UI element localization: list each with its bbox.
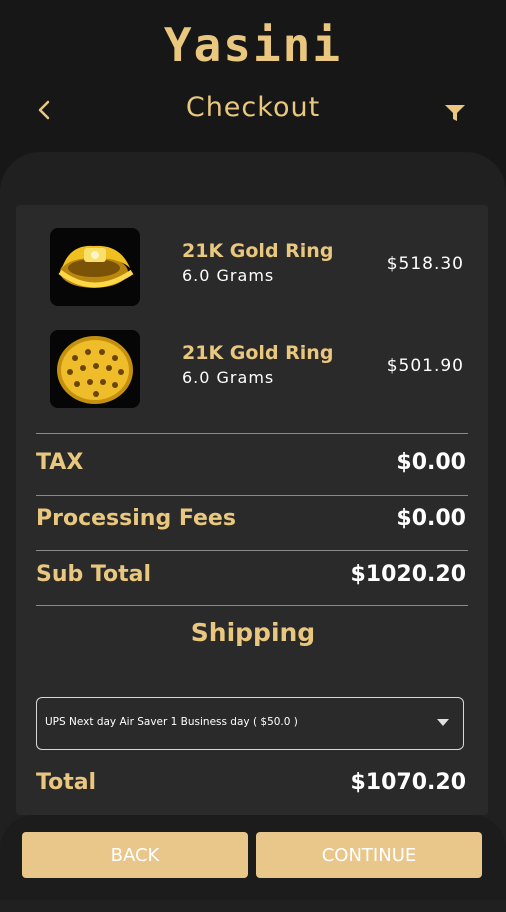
- fees-row: Processing Fees $0.00: [36, 506, 468, 542]
- divider: [36, 433, 468, 434]
- shipping-title: Shipping: [190, 618, 316, 647]
- chevron-down-icon: [437, 719, 449, 726]
- back-arrow-icon[interactable]: [34, 96, 54, 124]
- top-bar: Checkout: [0, 92, 506, 132]
- subtotal-value: $1020.20: [350, 562, 466, 587]
- shipping-method-select[interactable]: UPS Next day Air Saver 1 Business day ( …: [36, 697, 464, 750]
- app-logo: Yasini: [163, 18, 343, 72]
- total-row: Total $1070.20: [36, 770, 468, 806]
- fees-value: $0.00: [396, 506, 466, 531]
- tax-value: $0.00: [396, 450, 466, 475]
- tax-row: TAX $0.00: [36, 450, 468, 486]
- item-price: $518.30: [386, 254, 464, 274]
- product-image: [50, 228, 140, 306]
- item-weight: 6.0 Grams: [182, 368, 275, 387]
- divider: [36, 550, 468, 551]
- cart-item: 21K Gold Ring 6.0 Grams $501.90: [50, 330, 470, 410]
- item-name: 21K Gold Ring: [182, 342, 334, 364]
- gold-ring-image: [58, 245, 134, 288]
- gold-ring-image: [57, 336, 133, 404]
- divider: [36, 495, 468, 496]
- shipping-selected-option: UPS Next day Air Saver 1 Business day ( …: [45, 716, 298, 728]
- divider: [36, 605, 468, 606]
- fees-label: Processing Fees: [36, 506, 236, 531]
- subtotal-row: Sub Total $1020.20: [36, 562, 468, 598]
- tax-label: TAX: [36, 450, 84, 475]
- total-label: Total: [36, 770, 97, 795]
- total-value: $1070.20: [350, 770, 466, 795]
- product-image: [50, 330, 140, 408]
- subtotal-label: Sub Total: [36, 562, 152, 587]
- cart-item: 21K Gold Ring 6.0 Grams $518.30: [50, 228, 470, 308]
- continue-button[interactable]: CONTINUE: [256, 832, 482, 878]
- back-button[interactable]: BACK: [22, 832, 248, 878]
- item-name: 21K Gold Ring: [182, 240, 334, 262]
- item-weight: 6.0 Grams: [182, 266, 275, 285]
- page-title: Checkout: [185, 92, 321, 123]
- filter-icon[interactable]: [444, 104, 466, 122]
- item-price: $501.90: [386, 356, 464, 376]
